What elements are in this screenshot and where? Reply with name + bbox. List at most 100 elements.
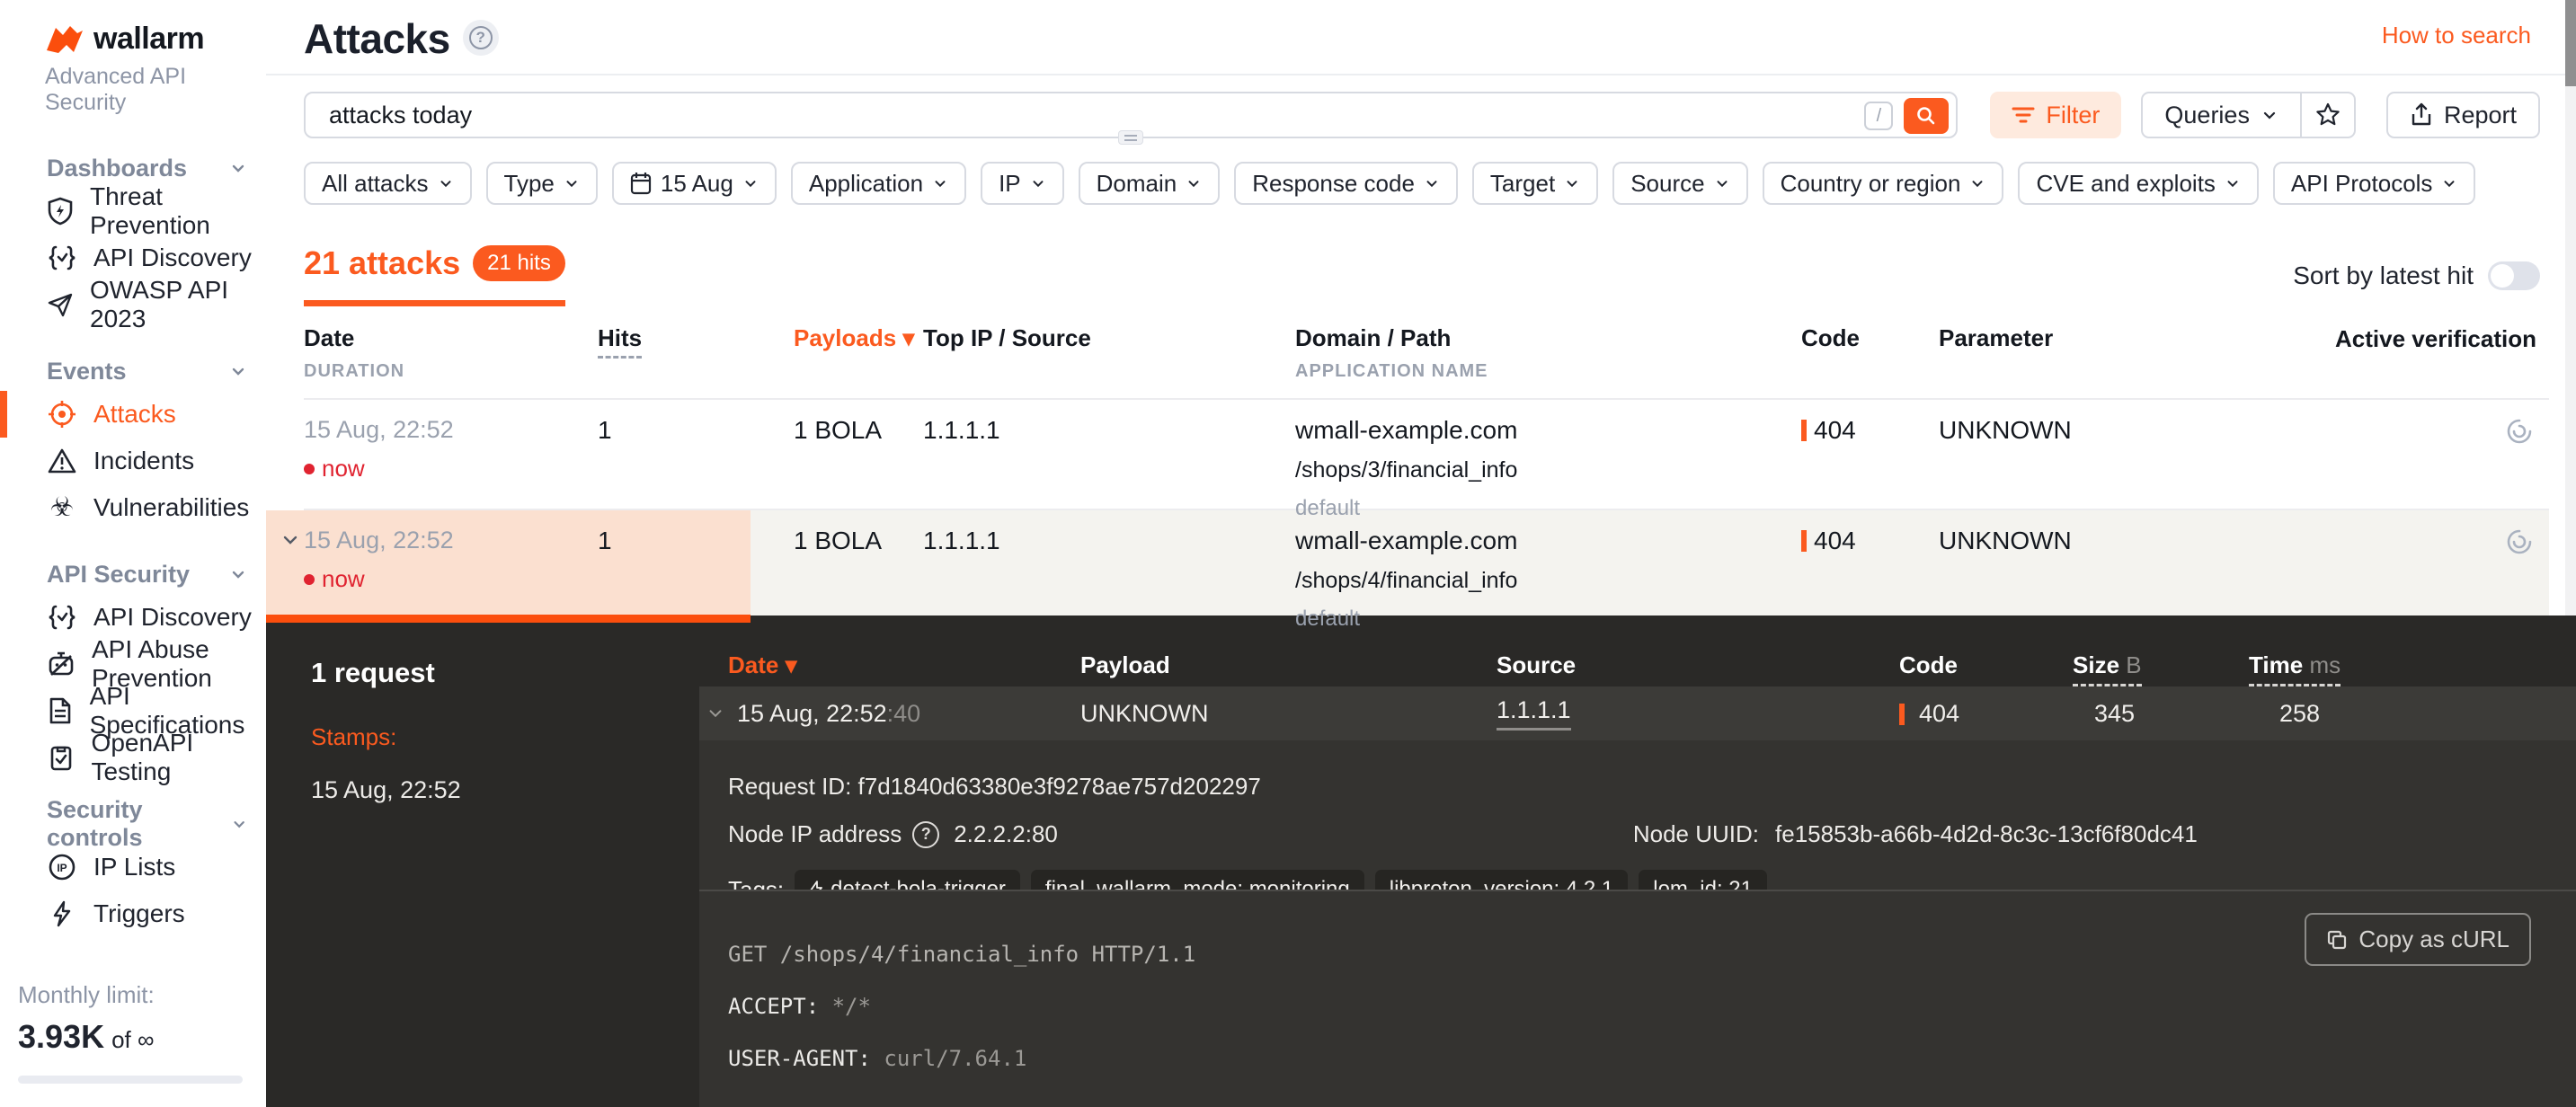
http-header-value: curl/7.64.1: [884, 1046, 1026, 1071]
attack-parameter: UNKNOWN: [1939, 400, 2298, 521]
brand-name: wallarm: [93, 22, 204, 57]
sidebar-item-triggers[interactable]: Triggers: [0, 890, 266, 937]
monthly-limit-label: Monthly limit:: [18, 981, 248, 1009]
request-payload: UNKNOWN: [1080, 700, 1497, 728]
chip-application[interactable]: Application: [791, 162, 966, 205]
attack-payloads: 1 BOLA: [794, 400, 923, 521]
sidebar-item-api-specifications[interactable]: API Specifications: [0, 687, 266, 734]
search-box: /: [304, 92, 1958, 138]
chevron-down-icon: [228, 361, 248, 381]
export-icon: [2410, 102, 2433, 128]
chevron-down-icon: [2225, 175, 2241, 191]
filter-button[interactable]: Filter: [1990, 92, 2121, 138]
attacks-count: 21 attacks: [304, 244, 460, 282]
report-button[interactable]: Report: [2386, 92, 2540, 138]
target-icon: [47, 400, 77, 429]
nav-section-security-controls[interactable]: Security controls: [0, 804, 266, 844]
active-verification-icon[interactable]: [2504, 527, 2535, 557]
sidebar-item-api-discovery[interactable]: API Discovery: [0, 235, 266, 281]
sidebar-item-incidents[interactable]: Incidents: [0, 438, 266, 484]
request-size: 345: [2073, 700, 2249, 728]
favorite-queries-button[interactable]: [2302, 92, 2356, 138]
chip-country[interactable]: Country or region: [1763, 162, 2004, 205]
star-icon: [2314, 102, 2341, 128]
req-col-payload: Payload: [1080, 651, 1497, 686]
page-scrollbar[interactable]: [2565, 0, 2576, 1107]
request-code: 404: [1899, 700, 1959, 728]
attack-domain-path: wmall-example.com /shops/4/financial_inf…: [1295, 510, 1801, 632]
req-col-time[interactable]: Time ms: [2249, 651, 2576, 686]
request-row[interactable]: 15 Aug, 22:52:40 UNKNOWN 1.1.1.1 404 345…: [699, 686, 2576, 740]
help-icon[interactable]: ?: [463, 20, 499, 56]
braces-check-icon: [47, 244, 77, 271]
request-seconds: :40: [887, 700, 921, 727]
copy-as-curl-button[interactable]: Copy as cURL: [2305, 913, 2531, 966]
chip-source[interactable]: Source: [1612, 162, 1747, 205]
node-uuid-value: fe15853b-a66b-4d2d-8c3c-13cf6f80dc41: [1775, 820, 2198, 847]
chip-response-code[interactable]: Response code: [1234, 162, 1458, 205]
nav-section-events[interactable]: Events: [0, 351, 266, 391]
sidebar-item-ip-lists[interactable]: IP IP Lists: [0, 844, 266, 890]
chip-api-protocols[interactable]: API Protocols: [2273, 162, 2476, 205]
sidebar-item-openapi-testing[interactable]: OpenAPI Testing: [0, 734, 266, 781]
brand: wallarm Advanced API Security: [0, 0, 266, 116]
http-header-name: USER-AGENT:: [728, 1046, 871, 1071]
search-resize-handle[interactable]: [1118, 130, 1143, 145]
chip-ip[interactable]: IP: [981, 162, 1064, 205]
req-col-source: Source: [1497, 651, 1899, 686]
sidebar-item-threat-prevention[interactable]: Threat Prevention: [0, 188, 266, 235]
sort-toggle[interactable]: [2488, 261, 2540, 290]
chip-cve[interactable]: CVE and exploits: [2018, 162, 2258, 205]
chevron-down-icon: [1186, 175, 1202, 191]
hits-badge: 21 hits: [473, 245, 565, 281]
request-source-ip[interactable]: 1.1.1.1: [1497, 696, 1571, 731]
attack-duration: now: [304, 455, 598, 483]
monthly-limit-progressbar: [18, 1076, 243, 1084]
search-button[interactable]: [1904, 98, 1949, 134]
request-date: 15 Aug, 22:52: [737, 700, 887, 727]
sidebar-item-owasp-api[interactable]: OWASP API 2023: [0, 281, 266, 328]
document-icon: [47, 697, 74, 724]
live-dot-icon: [304, 464, 315, 474]
request-id-value: f7d1840d63380e3f9278ae757d202297: [858, 773, 1261, 801]
how-to-search-link[interactable]: How to search: [2382, 22, 2531, 49]
req-col-size[interactable]: Size B: [2073, 651, 2249, 686]
chevron-down-icon[interactable]: [706, 704, 724, 722]
col-payloads[interactable]: Payloads ▾: [794, 324, 923, 382]
chip-all-attacks[interactable]: All attacks: [304, 162, 472, 205]
lightning-icon: [47, 900, 77, 927]
chevron-down-icon: [1424, 175, 1440, 191]
sidebar-item-api-discovery-2[interactable]: API Discovery: [0, 594, 266, 641]
braces-check-icon: [47, 604, 77, 631]
chevron-down-icon: [564, 175, 580, 191]
help-icon[interactable]: ?: [912, 821, 939, 848]
code-status-bar-icon: [1801, 420, 1807, 441]
req-col-date[interactable]: Date ▾: [728, 651, 1080, 686]
http-header-value: */*: [832, 994, 871, 1019]
chip-target[interactable]: Target: [1472, 162, 1598, 205]
queries-button[interactable]: Queries: [2141, 92, 2302, 138]
stamp-value: 15 Aug, 22:52: [311, 776, 699, 804]
attacks-count-tab[interactable]: 21 attacks 21 hits: [304, 244, 565, 306]
chip-type[interactable]: Type: [486, 162, 598, 205]
attack-row[interactable]: 15 Aug, 22:52 now 1 1 BOLA 1.1.1.1 wmall…: [304, 398, 2549, 509]
attack-row-selected[interactable]: 15 Aug, 22:52 now 1 1 BOLA 1.1.1.1 wmall…: [304, 509, 2549, 623]
active-verification-icon[interactable]: [2504, 416, 2535, 447]
sidebar-item-attacks[interactable]: Attacks: [0, 391, 266, 438]
stamps-label[interactable]: Stamps:: [311, 723, 699, 751]
col-hits[interactable]: Hits: [598, 324, 794, 382]
chevron-down-icon: [228, 564, 248, 584]
http-header-name: ACCEPT:: [728, 994, 819, 1019]
chip-date[interactable]: 15 Aug: [612, 162, 777, 205]
biohazard-icon: ☣: [47, 494, 77, 521]
chevron-down-icon[interactable]: [280, 530, 300, 550]
page-title: Attacks: [304, 14, 450, 63]
sidebar-item-api-abuse-prevention[interactable]: API Abuse Prevention: [0, 641, 266, 687]
nav-section-api-security[interactable]: API Security: [0, 554, 266, 594]
chip-domain[interactable]: Domain: [1079, 162, 1221, 205]
attack-hits: 1: [598, 510, 794, 632]
col-parameter: Parameter: [1939, 324, 2298, 382]
bot-blocked-icon: [47, 651, 76, 677]
sidebar-item-vulnerabilities[interactable]: ☣ Vulnerabilities: [0, 484, 266, 531]
scrollbar-thumb[interactable]: [2565, 0, 2576, 86]
